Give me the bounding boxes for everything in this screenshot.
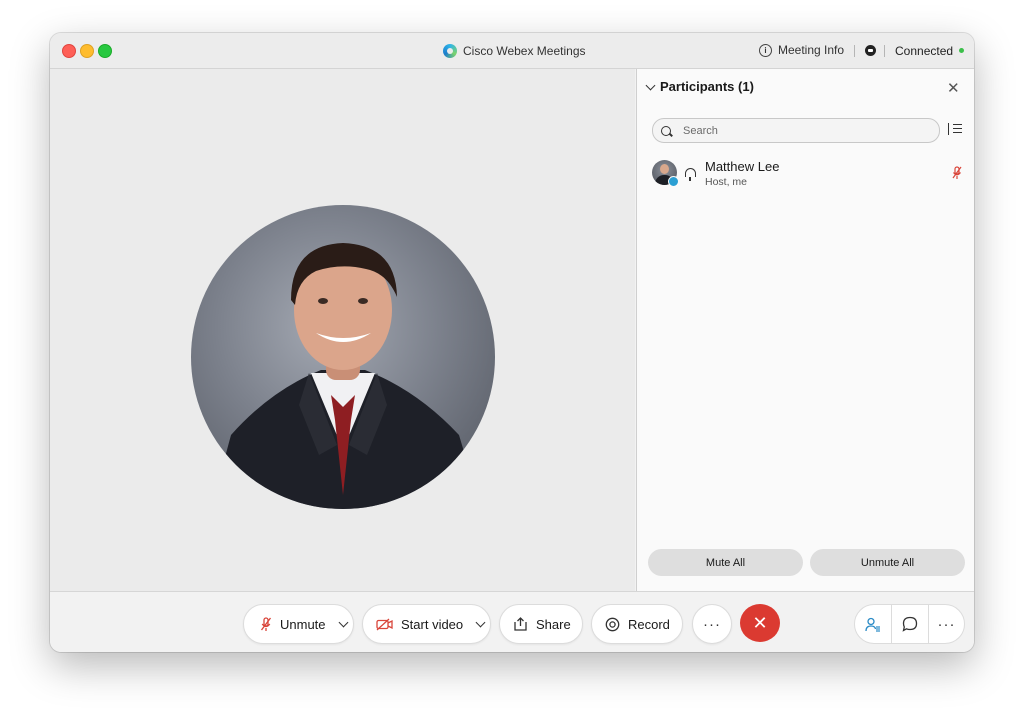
- participants-toggle-button[interactable]: [855, 605, 891, 643]
- app-title: Cisco Webex Meetings: [463, 44, 586, 58]
- video-stage: [50, 69, 635, 591]
- start-video-button[interactable]: Start video: [362, 604, 491, 644]
- muted-mic-icon: [260, 616, 272, 631]
- maximize-window-button[interactable]: [98, 44, 112, 58]
- end-meeting-button[interactable]: ✕: [740, 604, 780, 642]
- close-icon: ✕: [752, 613, 768, 633]
- title-bar: Cisco Webex Meetings i Meeting Info Conn…: [50, 33, 974, 69]
- webex-window: Cisco Webex Meetings i Meeting Info Conn…: [50, 33, 974, 652]
- window-title: Cisco Webex Meetings: [443, 43, 586, 59]
- more-icon: ···: [937, 615, 956, 633]
- mute-all-button[interactable]: Mute All: [648, 549, 803, 576]
- unmute-all-button[interactable]: Unmute All: [810, 549, 965, 576]
- participant-role: Host, me: [705, 176, 748, 188]
- participants-icon: [865, 617, 880, 632]
- unmute-button[interactable]: Unmute: [243, 604, 354, 644]
- webex-logo-icon: [443, 44, 457, 58]
- chevron-down-icon[interactable]: [475, 617, 486, 627]
- more-options-button[interactable]: ···: [692, 604, 732, 644]
- meeting-controls: Unmute Start video Share Record ··· ✕ ··…: [50, 591, 974, 652]
- more-icon: ···: [703, 615, 721, 633]
- start-video-label: Start video: [401, 616, 464, 632]
- divider: [854, 45, 855, 57]
- record-label: Record: [628, 616, 670, 632]
- host-badge-icon: [668, 176, 679, 187]
- headset-icon: [685, 168, 696, 181]
- participants-panel: Participants (1) ✕ Matthew Lee Host, me: [636, 69, 974, 591]
- info-icon: i: [759, 43, 772, 57]
- person-portrait-icon: [211, 243, 481, 509]
- participant-row[interactable]: Matthew Lee Host, me: [652, 156, 964, 190]
- chat-icon: [902, 616, 918, 632]
- share-icon: [514, 617, 527, 631]
- more-panels-button[interactable]: ···: [929, 605, 964, 643]
- minimize-window-button[interactable]: [80, 44, 94, 58]
- participant-search[interactable]: [652, 118, 940, 143]
- meeting-info-label: Meeting Info: [778, 43, 845, 57]
- encryption-lock-icon[interactable]: [865, 45, 876, 56]
- search-input[interactable]: [681, 123, 925, 138]
- participants-header[interactable]: Participants (1): [645, 79, 754, 94]
- self-avatar: [191, 205, 495, 509]
- connection-status-dot-icon: [959, 48, 964, 53]
- record-icon: [605, 617, 620, 631]
- connection-status: Connected: [895, 44, 954, 58]
- close-window-button[interactable]: [62, 44, 76, 58]
- close-panel-icon[interactable]: ✕: [947, 79, 960, 97]
- share-button[interactable]: Share: [499, 604, 583, 644]
- video-off-icon: [376, 618, 393, 630]
- participant-name: Matthew Lee: [705, 159, 780, 174]
- chevron-down-icon[interactable]: [338, 617, 348, 627]
- chevron-down-icon[interactable]: [645, 80, 656, 90]
- unmute-label: Unmute: [280, 616, 326, 632]
- divider: [884, 45, 885, 57]
- muted-mic-icon[interactable]: [951, 166, 963, 180]
- share-label: Share: [536, 616, 571, 632]
- panel-toggle-group: ···: [854, 604, 965, 644]
- meeting-info-button[interactable]: i Meeting Info: [759, 43, 844, 57]
- record-button[interactable]: Record: [591, 604, 683, 644]
- chat-toggle-button[interactable]: [892, 605, 928, 643]
- search-icon: [661, 125, 671, 136]
- participants-title: Participants (1): [660, 79, 754, 94]
- sort-list-icon[interactable]: [948, 122, 962, 136]
